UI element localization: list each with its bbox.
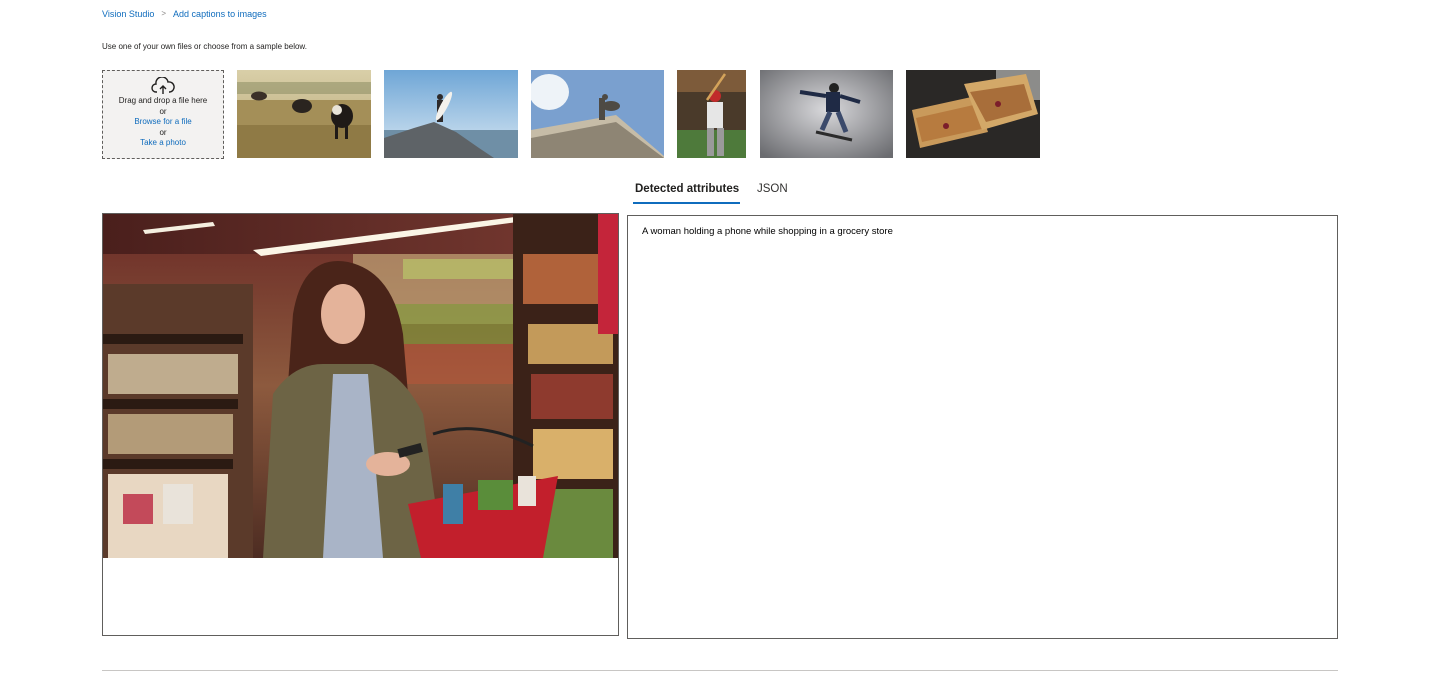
breadcrumb-add-captions[interactable]: Add captions to images xyxy=(173,8,267,20)
vision-studio-page: Vision Studio > Add captions to images U… xyxy=(0,0,1440,689)
chevron-right-icon: > xyxy=(161,9,167,18)
active-tab-indicator xyxy=(633,202,740,204)
browse-file-link[interactable]: Browse for a file xyxy=(103,117,223,128)
take-photo-link[interactable]: Take a photo xyxy=(103,138,223,149)
bottom-divider xyxy=(102,670,1338,671)
drag-drop-text: Drag and drop a file here xyxy=(118,96,208,105)
or-text: or xyxy=(159,127,167,137)
analyzed-image-panel xyxy=(102,213,619,636)
image-caption-text: A woman holding a phone while shopping i… xyxy=(642,226,893,237)
detected-attributes-panel: A woman holding a phone while shopping i… xyxy=(627,215,1338,639)
sample-image-cows[interactable] xyxy=(237,70,371,158)
sample-image-surfer[interactable] xyxy=(384,70,518,158)
cloud-upload-icon xyxy=(151,77,175,94)
or-text: or xyxy=(159,106,167,116)
tab-detected-attributes[interactable]: Detected attributes xyxy=(635,183,739,195)
breadcrumb-vision-studio[interactable]: Vision Studio xyxy=(102,8,154,20)
upload-instruction: Use one of your own files or choose from… xyxy=(102,42,307,51)
breadcrumb: Vision Studio > Add captions to images xyxy=(102,8,267,20)
grocery-store-image xyxy=(103,214,618,558)
sample-image-building[interactable] xyxy=(531,70,664,158)
tab-json[interactable]: JSON xyxy=(757,183,788,195)
sample-image-baseball[interactable] xyxy=(677,70,746,158)
file-drop-zone[interactable]: Drag and drop a file here or Browse for … xyxy=(102,70,224,159)
sample-image-skateboarder[interactable] xyxy=(760,70,893,158)
sample-image-sandwich[interactable] xyxy=(906,70,1040,158)
